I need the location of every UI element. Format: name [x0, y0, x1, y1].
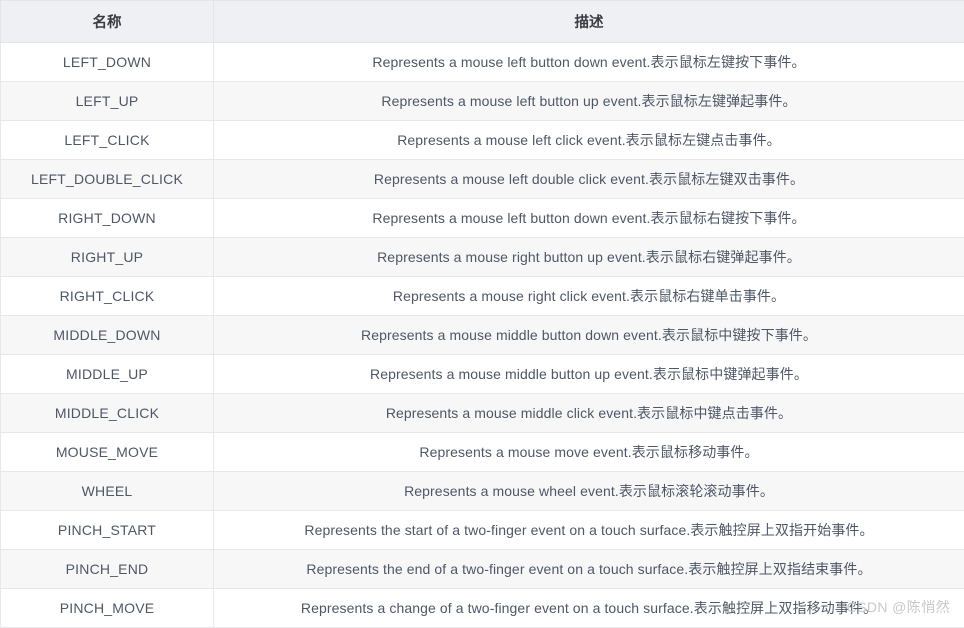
table-header: 名称 描述 [1, 1, 964, 43]
cell-event-description: Represents a mouse middle button up even… [214, 355, 964, 394]
cell-event-description: Represents a mouse left double click eve… [214, 160, 964, 199]
cell-event-description: Represents a mouse left button down even… [214, 43, 964, 82]
cell-event-name: LEFT_DOUBLE_CLICK [1, 160, 214, 199]
cell-event-name: PINCH_MOVE [1, 589, 214, 628]
column-header-name: 名称 [1, 1, 214, 43]
table-row: MIDDLE_DOWNRepresents a mouse middle but… [1, 316, 964, 355]
cell-event-name: LEFT_CLICK [1, 121, 214, 160]
column-header-description: 描述 [214, 1, 964, 43]
cell-event-name: MOUSE_MOVE [1, 433, 214, 472]
table-row: RIGHT_UPRepresents a mouse right button … [1, 238, 964, 277]
cell-event-name: RIGHT_CLICK [1, 277, 214, 316]
cell-event-description: Represents a mouse right button up event… [214, 238, 964, 277]
cell-event-name: RIGHT_UP [1, 238, 214, 277]
cell-event-description: Represents a mouse move event.表示鼠标移动事件。 [214, 433, 964, 472]
cell-event-name: RIGHT_DOWN [1, 199, 214, 238]
table-row: PINCH_ENDRepresents the end of a two-fin… [1, 550, 964, 589]
cell-event-name: LEFT_UP [1, 82, 214, 121]
table-row: PINCH_MOVERepresents a change of a two-f… [1, 589, 964, 628]
table-row: LEFT_CLICKRepresents a mouse left click … [1, 121, 964, 160]
table-body: LEFT_DOWNRepresents a mouse left button … [1, 43, 964, 628]
cell-event-description: Represents a mouse middle button down ev… [214, 316, 964, 355]
cell-event-description: Represents a change of a two-finger even… [214, 589, 964, 628]
spec-table-container: 名称 描述 LEFT_DOWNRepresents a mouse left b… [0, 0, 964, 628]
table-row: MIDDLE_UPRepresents a mouse middle butto… [1, 355, 964, 394]
cell-event-name: MIDDLE_UP [1, 355, 214, 394]
mouse-event-table: 名称 描述 LEFT_DOWNRepresents a mouse left b… [0, 0, 964, 628]
table-row: RIGHT_DOWNRepresents a mouse left button… [1, 199, 964, 238]
cell-event-name: PINCH_START [1, 511, 214, 550]
cell-event-name: WHEEL [1, 472, 214, 511]
table-row: MOUSE_MOVERepresents a mouse move event.… [1, 433, 964, 472]
cell-event-description: Represents a mouse right click event.表示鼠… [214, 277, 964, 316]
cell-event-name: PINCH_END [1, 550, 214, 589]
table-row: PINCH_STARTRepresents the start of a two… [1, 511, 964, 550]
table-header-row: 名称 描述 [1, 1, 964, 43]
table-row: RIGHT_CLICKRepresents a mouse right clic… [1, 277, 964, 316]
cell-event-name: MIDDLE_CLICK [1, 394, 214, 433]
table-row: MIDDLE_CLICKRepresents a mouse middle cl… [1, 394, 964, 433]
cell-event-description: Represents a mouse wheel event.表示鼠标滚轮滚动事… [214, 472, 964, 511]
cell-event-description: Represents a mouse middle click event.表示… [214, 394, 964, 433]
cell-event-description: Represents a mouse left button down even… [214, 199, 964, 238]
cell-event-name: LEFT_DOWN [1, 43, 214, 82]
table-row: WHEELRepresents a mouse wheel event.表示鼠标… [1, 472, 964, 511]
cell-event-description: Represents a mouse left button up event.… [214, 82, 964, 121]
table-row: LEFT_UPRepresents a mouse left button up… [1, 82, 964, 121]
cell-event-description: Represents the start of a two-finger eve… [214, 511, 964, 550]
cell-event-description: Represents the end of a two-finger event… [214, 550, 964, 589]
table-row: LEFT_DOUBLE_CLICKRepresents a mouse left… [1, 160, 964, 199]
cell-event-name: MIDDLE_DOWN [1, 316, 214, 355]
cell-event-description: Represents a mouse left click event.表示鼠标… [214, 121, 964, 160]
table-row: LEFT_DOWNRepresents a mouse left button … [1, 43, 964, 82]
